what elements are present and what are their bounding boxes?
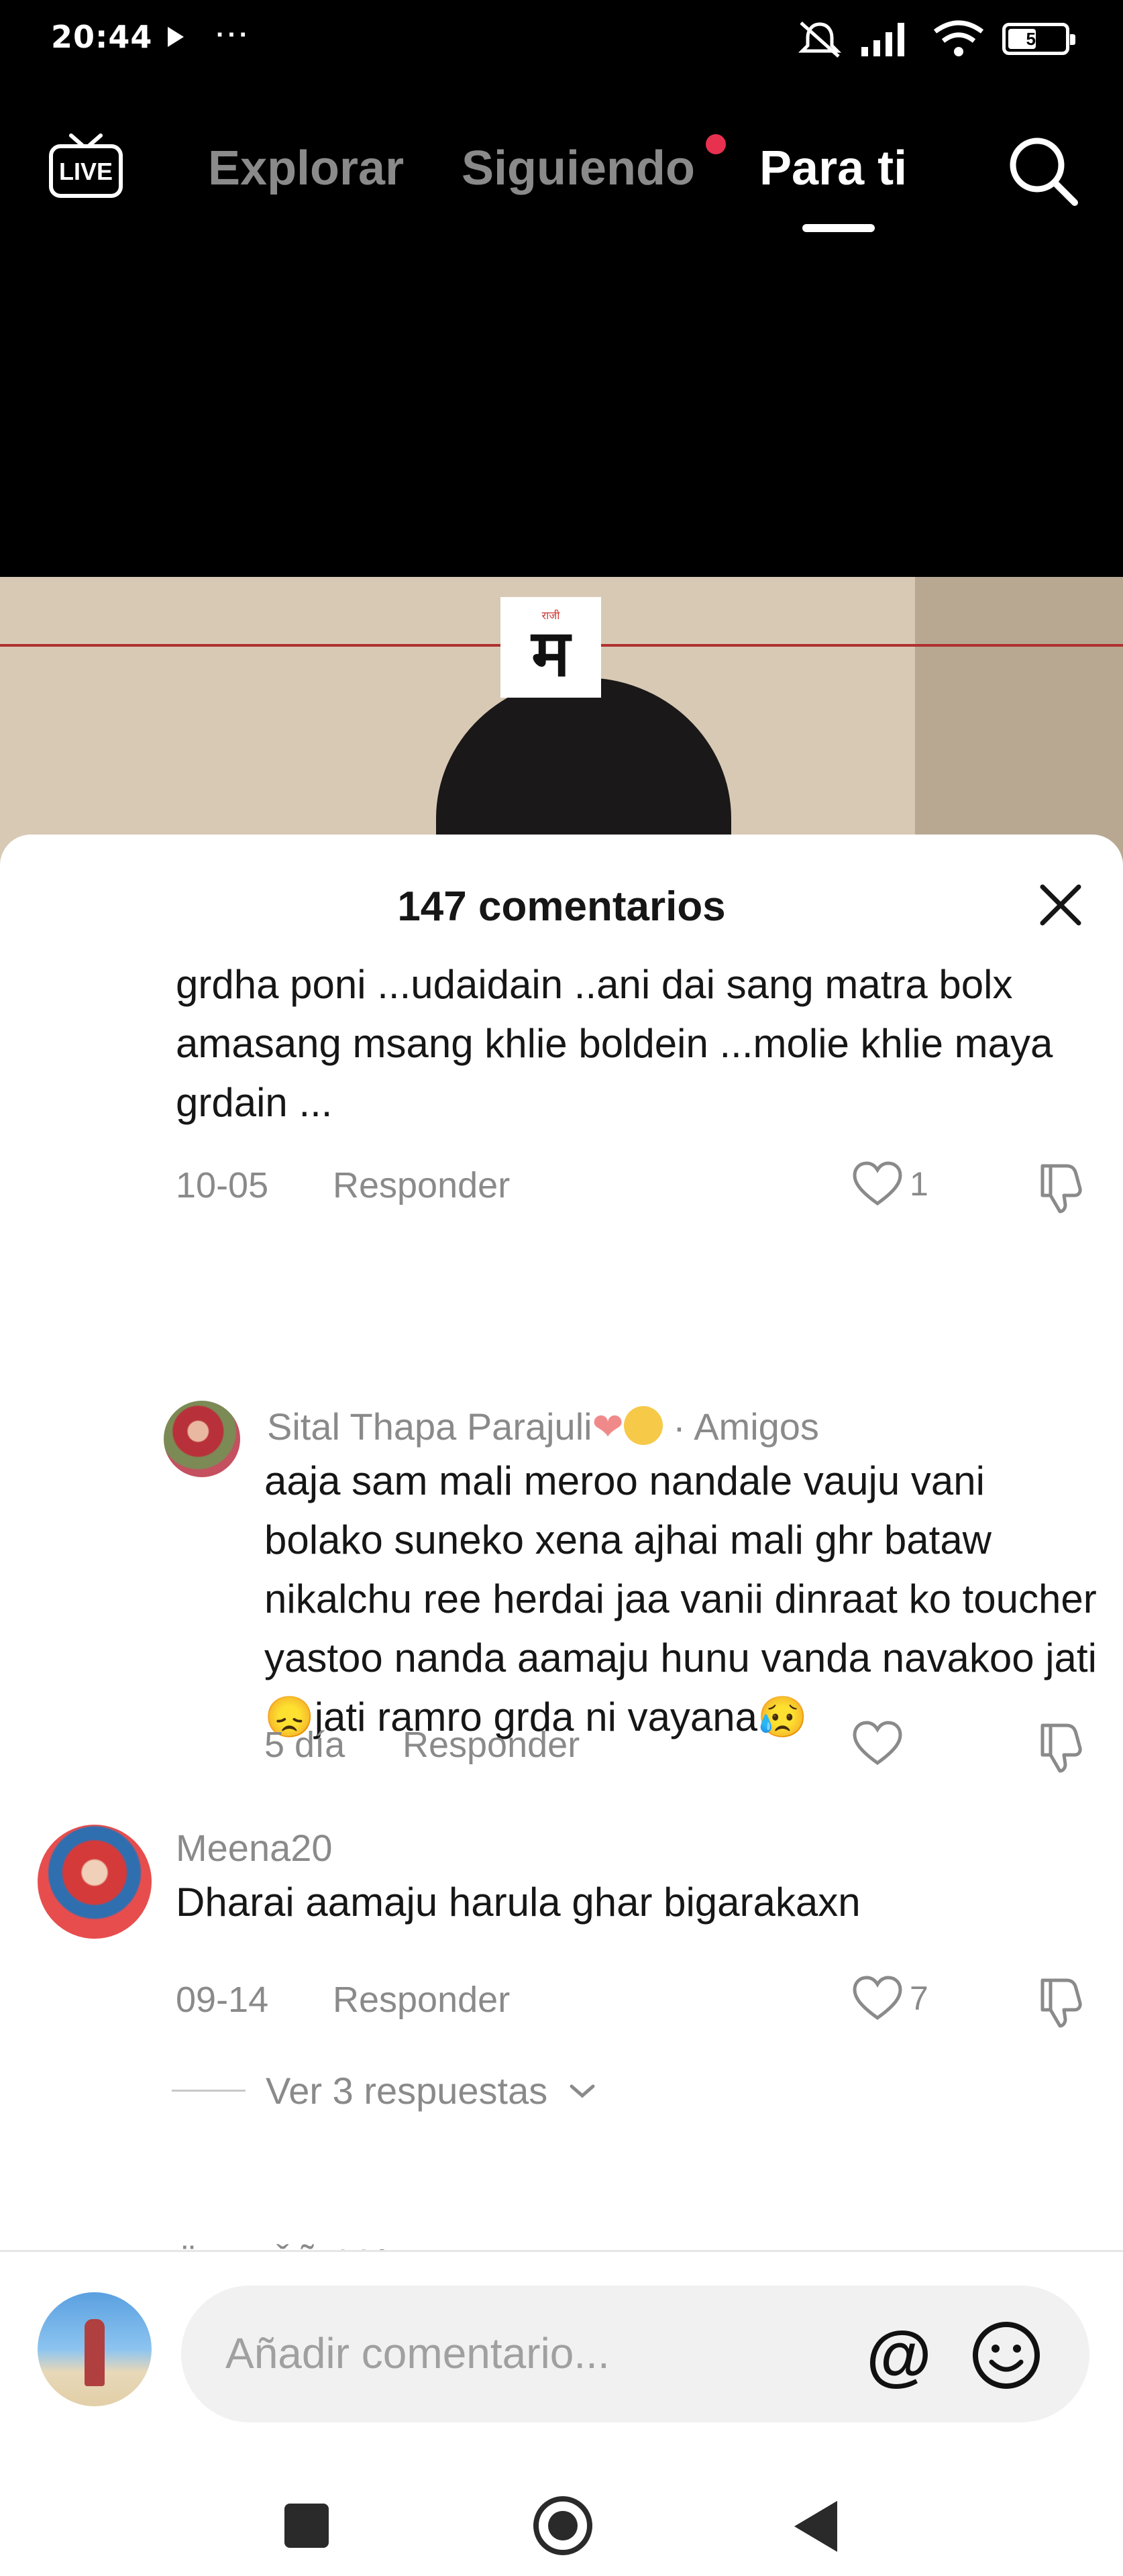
comment-date: 10-05 [176, 1165, 269, 1205]
comments-count-title: 147 comentarios [397, 883, 726, 930]
comment-date: 09-14 [176, 1980, 269, 2020]
reply-button[interactable]: Responder [333, 1165, 510, 1206]
view-replies-button[interactable]: Ver 3 respuestas [172, 2069, 597, 2112]
comments-list[interactable]: grdha poni ...udaidain ..ani dai sang ma… [0, 955, 1123, 2304]
status-bar: 20:44 ··· 52 [0, 0, 1123, 80]
heart-icon [853, 1976, 902, 2021]
avatar[interactable] [38, 1825, 152, 1939]
view-replies-label: Ver 3 respuestas [266, 2070, 548, 2112]
video-logo-text: म [531, 616, 570, 691]
comment-text: grdha poni ...udaidain ..ani dai sang ma… [176, 962, 1053, 1125]
comment-text: aaja sam mali meroo nandale vauju vani b… [264, 1452, 1103, 1747]
comments-sheet: 147 comentarios grdha poni ...udaidain .… [0, 835, 1123, 2576]
play-icon [168, 27, 184, 47]
like-button[interactable]: 1 [852, 1161, 928, 1208]
comment-date: 5 día [264, 1725, 345, 1765]
comment-input-bar: Añadir comentario... @ [0, 2250, 1123, 2422]
tab-explorar[interactable]: Explorar [208, 141, 404, 196]
reply-button[interactable]: Responder [333, 1979, 510, 2021]
notification-dot [706, 134, 726, 154]
emoji-icon[interactable] [966, 2315, 1047, 2396]
chevron-down-icon [570, 2084, 595, 2098]
like-count: 1 [910, 1165, 928, 1203]
divider [172, 2090, 246, 2092]
like-button[interactable]: 7 [852, 1975, 928, 2022]
dislike-icon[interactable] [1033, 1972, 1089, 2029]
more-notifications-icon: ··· [216, 20, 251, 50]
live-label: LIVE [59, 158, 113, 185]
comment-input-placeholder: Añadir comentario... [225, 2329, 610, 2377]
active-tab-indicator [802, 224, 875, 232]
heart-emoji-icon: ❤ [592, 1405, 624, 1448]
tab-siguiendo[interactable]: Siguiendo [462, 141, 695, 196]
heart-icon [853, 1161, 902, 1206]
wifi-icon [933, 20, 984, 56]
comment-author[interactable]: Meena20 [176, 1826, 333, 1870]
back-button[interactable] [794, 2501, 837, 2552]
system-nav-bar [0, 2485, 1123, 2576]
recent-apps-button[interactable] [284, 2504, 329, 2548]
crying-emoji-icon: 😥 [757, 1695, 808, 1739]
status-icons: 52 [796, 19, 1075, 59]
video-channel-logo: राजी म [500, 597, 601, 698]
live-icon[interactable]: LIVE [47, 130, 125, 201]
like-count: 7 [910, 1980, 928, 2017]
author-name: Sital Thapa Parajuli [267, 1405, 592, 1448]
smile-emoji-icon [623, 1406, 663, 1446]
mention-button[interactable]: @ [859, 2315, 939, 2396]
status-time: 20:44 [51, 19, 153, 55]
comment-input[interactable]: Añadir comentario... @ [181, 2286, 1089, 2422]
avatar [38, 2292, 152, 2406]
heart-icon [853, 1721, 902, 1766]
mute-icon [798, 21, 842, 58]
dislike-icon[interactable] [1033, 1717, 1089, 1774]
comment-author[interactable]: Sital Thapa Parajuli❤ · Amigos [267, 1405, 819, 1449]
reply-button[interactable]: Responder [403, 1724, 580, 1766]
battery-icon: 52 [1002, 23, 1075, 55]
comment-text: Dharai aamaju harula ghar bigarakaxn [176, 1880, 861, 1925]
top-nav: LIVE Explorar Siguiendo Para ti [0, 114, 1123, 248]
search-icon[interactable] [1002, 130, 1083, 211]
close-icon[interactable] [1030, 875, 1091, 935]
tab-para-ti[interactable]: Para ti [759, 141, 907, 196]
battery-level: 52 [1026, 28, 1046, 49]
home-button[interactable] [531, 2494, 594, 2557]
author-tag: · Amigos [673, 1405, 819, 1448]
like-button[interactable] [852, 1720, 910, 1767]
avatar[interactable] [164, 1401, 240, 1477]
dislike-icon[interactable] [1033, 1158, 1089, 1214]
signal-icon [861, 23, 904, 56]
comment-text-part1: aaja sam mali meroo nandale vauju vani b… [264, 1458, 1097, 1680]
